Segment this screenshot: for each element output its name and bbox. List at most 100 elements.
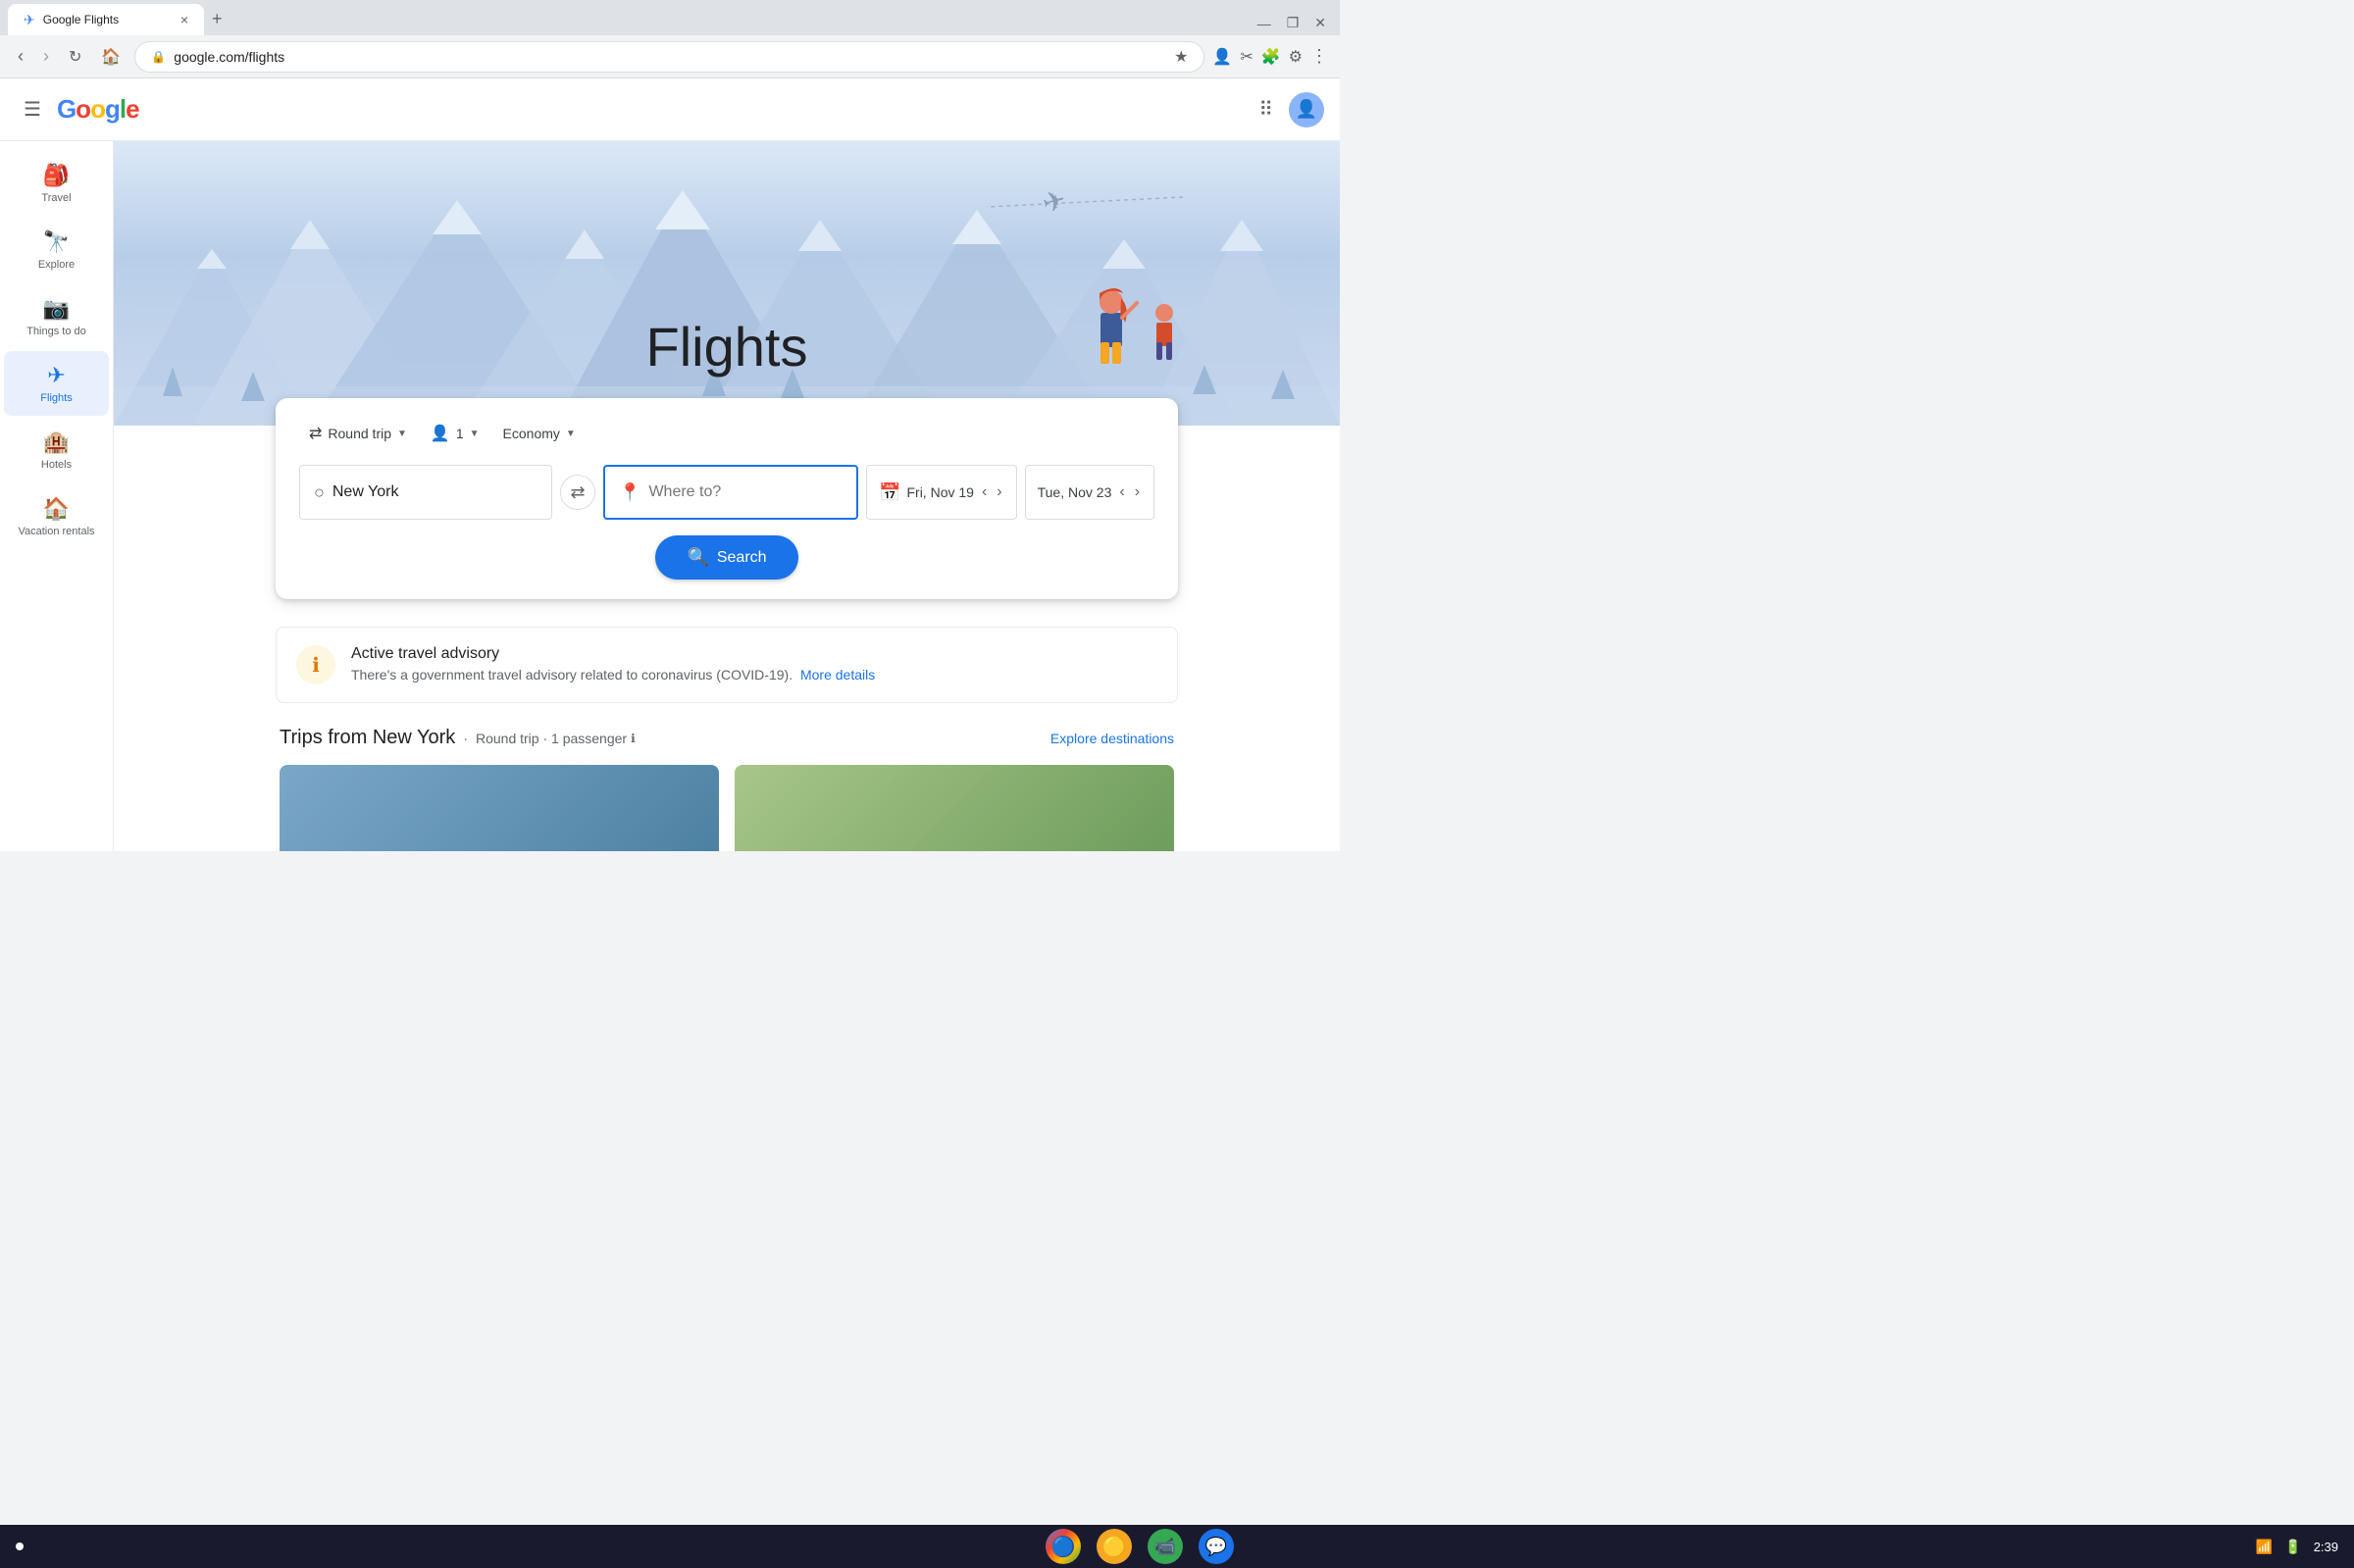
destination-input[interactable] [648,483,843,501]
taskbar: 🔵 🟡 📹 💬 📶 🔋 2:39 [0,1525,2354,1568]
return-prev-button[interactable]: ‹ [1117,481,1126,503]
trip-type-label: Round trip [328,426,391,441]
advisory-content: Active travel advisory There's a governm… [351,645,875,683]
close-tab-icon[interactable]: × [180,12,188,27]
back-button[interactable]: ‹ [12,42,29,71]
trip-type-button[interactable]: ⇄ Round trip ▼ [299,418,417,449]
return-date-field[interactable]: Tue, Nov 23 ‹ › [1025,465,1154,520]
profile-icon[interactable]: 👤 [1212,47,1232,67]
advisory-section: ℹ Active travel advisory There's a gover… [276,627,1178,703]
hero-section: ✈ [114,141,1340,426]
passengers-button[interactable]: 👤 1 ▼ [421,418,489,449]
search-container: ⇄ Round trip ▼ 👤 1 ▼ Economy ▼ [276,398,1178,599]
url-text[interactable]: google.com/flights [174,49,1166,65]
taskbar-center: 🔵 🟡 📹 💬 [1046,1529,1234,1564]
close-window-icon[interactable]: ✕ [1308,15,1332,31]
meet-taskbar-icon[interactable]: 📹 [1148,1529,1183,1564]
address-bar-row: ‹ › ↻ 🏠 🔒 google.com/flights ★ 👤 ✂ 🧩 ⚙ ⋮ [0,35,1340,78]
search-fields: ○ New York ⇄ 📍 📅 Fri, Nov 19 ‹ › [299,465,1154,520]
sidebar-item-travel[interactable]: 🎒 Travel [4,151,109,216]
cabin-class-button[interactable]: Economy ▼ [493,420,586,447]
advisory-link[interactable]: More details [800,667,875,683]
advisory-text: There's a government travel advisory rel… [351,667,793,683]
tab-title: Google Flights [43,13,173,26]
hero-characters [1086,278,1183,372]
extension-icon[interactable]: ⚙ [1289,47,1303,67]
chat-taskbar-icon[interactable]: 💬 [1199,1529,1234,1564]
return-date-label: Tue, Nov 23 [1038,484,1112,500]
travel-label: Travel [41,192,71,204]
google-header: ☰ Google ⠿ 👤 [0,78,1340,141]
header-right: ⠿ 👤 [1258,92,1324,127]
sidebar: 🎒 Travel 🔭 Explore 📷 Things to do ✈ Flig… [0,141,114,851]
passengers-arrow: ▼ [470,429,480,439]
departure-prev-button[interactable]: ‹ [980,481,989,503]
vacation-rentals-label: Vacation rentals [18,526,94,537]
explore-destinations-link[interactable]: Explore destinations [1050,731,1174,746]
trips-header: Trips from New York · Round trip · 1 pas… [280,727,1174,749]
scissors-icon[interactable]: ✂ [1240,47,1253,67]
from-circle-icon: ○ [314,482,325,503]
things-to-do-icon: 📷 [43,296,70,322]
return-next-button[interactable]: › [1133,481,1142,503]
maximize-icon[interactable]: ❐ [1281,15,1305,31]
taskbar-left [16,1543,24,1550]
sidebar-item-things-to-do[interactable]: 📷 Things to do [4,284,109,349]
calendar-icon: 📅 [879,482,900,503]
departure-date-label: Fri, Nov 19 [906,484,973,500]
advisory-title: Active travel advisory [351,645,875,663]
menu-icon[interactable]: ⋮ [1310,46,1328,67]
sidebar-item-explore[interactable]: 🔭 Explore [4,218,109,282]
reload-button[interactable]: ↻ [63,43,87,71]
spotify-taskbar-icon[interactable]: 🟡 [1097,1529,1132,1564]
departure-next-button[interactable]: › [995,481,1003,503]
sidebar-item-hotels[interactable]: 🏨 Hotels [4,418,109,482]
tab-favicon: ✈ [24,12,35,28]
lock-icon: 🔒 [151,50,166,64]
cabin-class-label: Economy [503,426,560,441]
things-to-do-label: Things to do [26,326,86,337]
trips-subtitle: Round trip · 1 passenger [476,731,627,746]
puzzle-icon[interactable]: 🧩 [1261,47,1281,67]
trip-card-1[interactable]: Miami [280,765,719,851]
browser-chrome: ✈ Google Flights × + — ❐ ✕ [0,0,1340,35]
passengers-count: 1 [456,426,464,441]
trips-info-icon[interactable]: ℹ [631,732,636,745]
swap-trips-icon: ⇄ [309,424,322,443]
search-label: Search [717,549,767,567]
from-field[interactable]: ○ New York [299,465,552,520]
content-area: ✈ [114,141,1340,851]
flights-heading: Flights [646,316,808,378]
sidebar-item-vacation-rentals[interactable]: 🏠 Vacation rentals [4,484,109,549]
address-bar[interactable]: 🔒 google.com/flights ★ [134,41,1204,73]
trips-separator: · [463,731,468,746]
search-options-row: ⇄ Round trip ▼ 👤 1 ▼ Economy ▼ [299,418,1154,449]
trips-section: Trips from New York · Round trip · 1 pas… [276,727,1178,851]
active-tab[interactable]: ✈ Google Flights × [8,4,204,35]
explore-icon: 🔭 [43,229,70,255]
cabin-class-arrow: ▼ [566,429,576,439]
plane-trail [987,192,1183,212]
search-button[interactable]: 🔍 Search [655,535,797,580]
swap-icon: ⇄ [570,482,585,503]
apps-grid-icon[interactable]: ⠿ [1258,97,1273,122]
hamburger-icon[interactable]: ☰ [16,89,49,129]
battery-icon: 🔋 [2284,1539,2301,1555]
hotels-icon: 🏨 [43,430,70,455]
forward-button[interactable]: › [37,42,55,71]
star-icon[interactable]: ★ [1174,47,1188,67]
sidebar-item-flights[interactable]: ✈ Flights [4,351,109,416]
user-avatar[interactable]: 👤 [1289,92,1324,127]
departure-date-field[interactable]: 📅 Fri, Nov 19 ‹ › [866,465,1017,520]
swap-button[interactable]: ⇄ [560,475,595,510]
flights-icon: ✈ [47,363,65,388]
to-field[interactable]: 📍 [603,465,858,520]
minimize-icon[interactable]: — [1252,16,1277,31]
home-button[interactable]: 🏠 [95,43,127,71]
google-logo: Google [57,94,139,125]
new-tab-button[interactable]: + [208,5,227,33]
passengers-icon: 👤 [431,424,450,443]
trip-type-arrow: ▼ [397,429,407,439]
chrome-taskbar-icon[interactable]: 🔵 [1046,1529,1081,1564]
trip-card-2[interactable] [735,765,1174,851]
